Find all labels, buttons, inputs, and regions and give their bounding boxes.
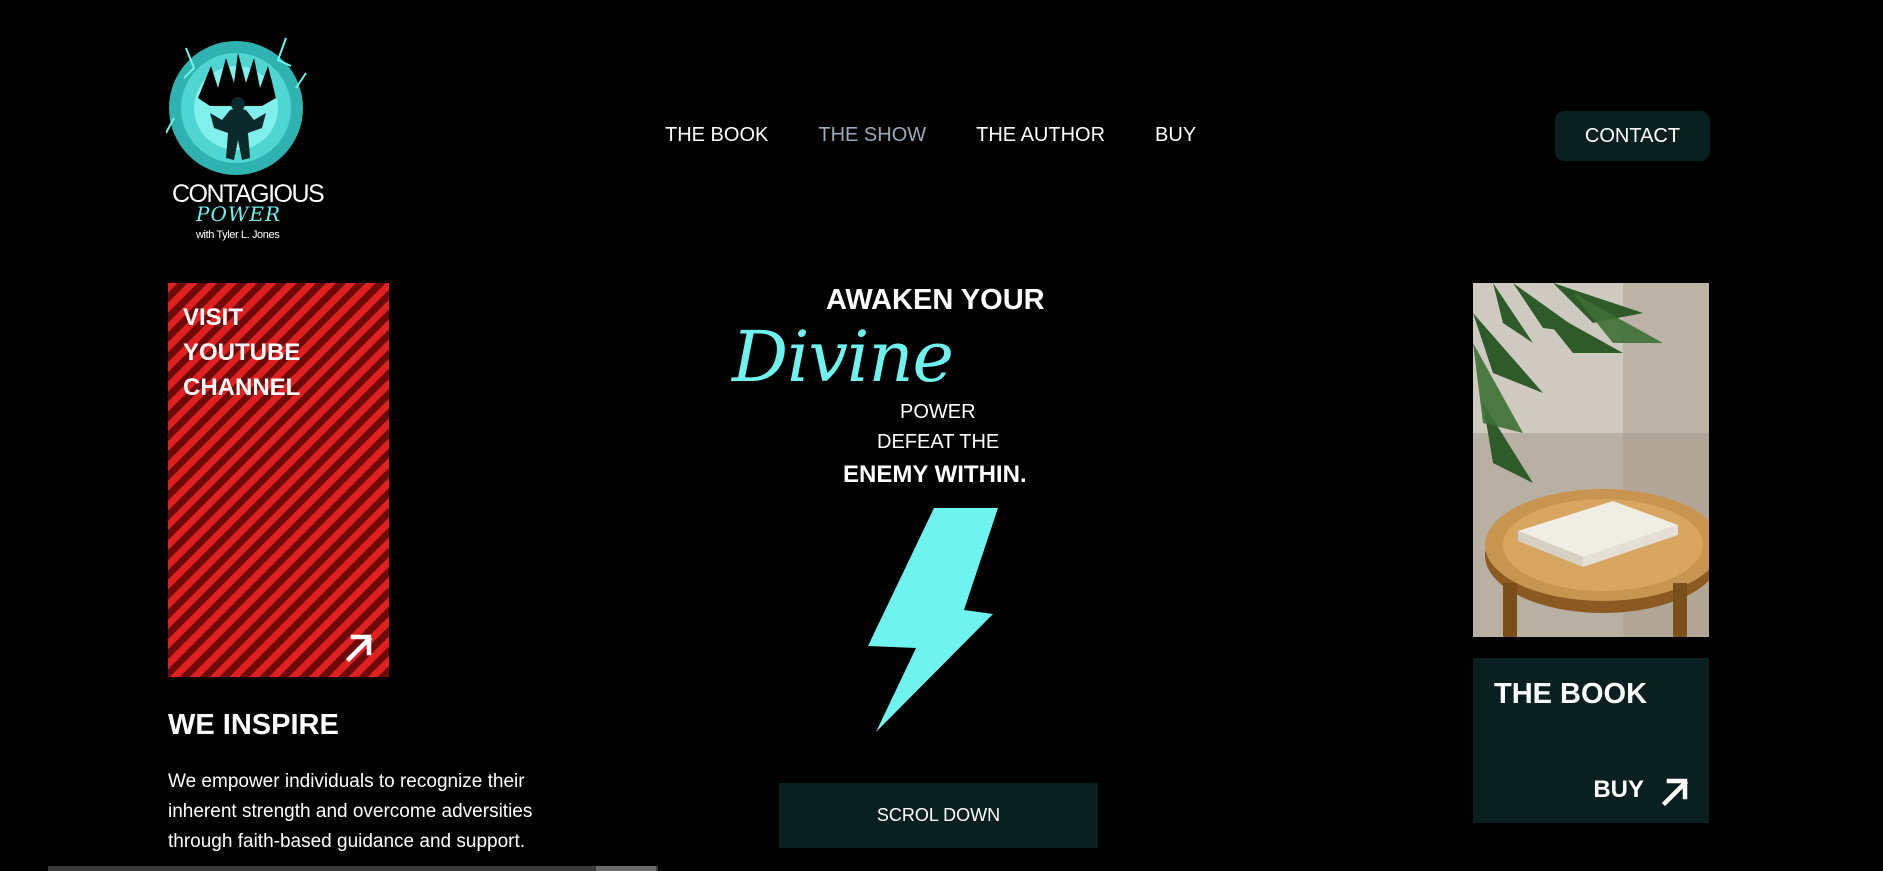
- arrow-up-right-icon: [345, 634, 373, 663]
- nav-buy[interactable]: BUY: [1155, 124, 1196, 147]
- scroll-down-button[interactable]: SCROL DOWN: [779, 783, 1098, 848]
- arrow-up-right-icon: [1661, 778, 1689, 807]
- nav-the-show[interactable]: THE SHOW: [818, 124, 926, 147]
- youtube-card-label: VISIT YOUTUBE CHANNEL: [183, 304, 301, 401]
- hero-defeat: DEFEAT THE: [877, 431, 1000, 453]
- horizontal-scrollbar-thumb[interactable]: [596, 866, 656, 871]
- site-logo[interactable]: CONTAGIOUS POWER with Tyler L. Jones: [166, 28, 325, 243]
- hero-awaken: AWAKEN YOUR: [826, 284, 1045, 316]
- book-on-table-image: [1473, 283, 1709, 637]
- logo-byline: with Tyler L. Jones: [196, 229, 280, 241]
- contact-button[interactable]: CONTACT: [1555, 111, 1710, 161]
- horizontal-scrollbar[interactable]: [48, 866, 658, 871]
- hero-enemy-within: ENEMY WITHIN.: [843, 461, 1027, 488]
- book-card-title: THE BOOK: [1494, 678, 1648, 710]
- nav-the-author[interactable]: THE AUTHOR: [976, 124, 1105, 147]
- logo-subtitle: POWER: [196, 202, 282, 226]
- warrior-emblem-icon: [166, 37, 307, 175]
- lightning-bolt-icon: [868, 508, 998, 732]
- nav-the-book[interactable]: THE BOOK: [665, 124, 768, 147]
- youtube-channel-card[interactable]: VISIT YOUTUBE CHANNEL: [168, 283, 389, 677]
- book-photo: [1473, 283, 1709, 637]
- the-book-card[interactable]: THE BOOK BUY: [1473, 658, 1709, 823]
- hero-divine: Divine: [732, 316, 954, 398]
- main-nav: THE BOOK THE SHOW THE AUTHOR BUY: [665, 124, 1246, 147]
- inspire-text: We empower individuals to recognize thei…: [168, 771, 533, 852]
- book-card-buy-label[interactable]: BUY: [1593, 776, 1644, 804]
- hero-power: POWER: [900, 401, 976, 423]
- inspire-heading: WE INSPIRE: [168, 709, 339, 741]
